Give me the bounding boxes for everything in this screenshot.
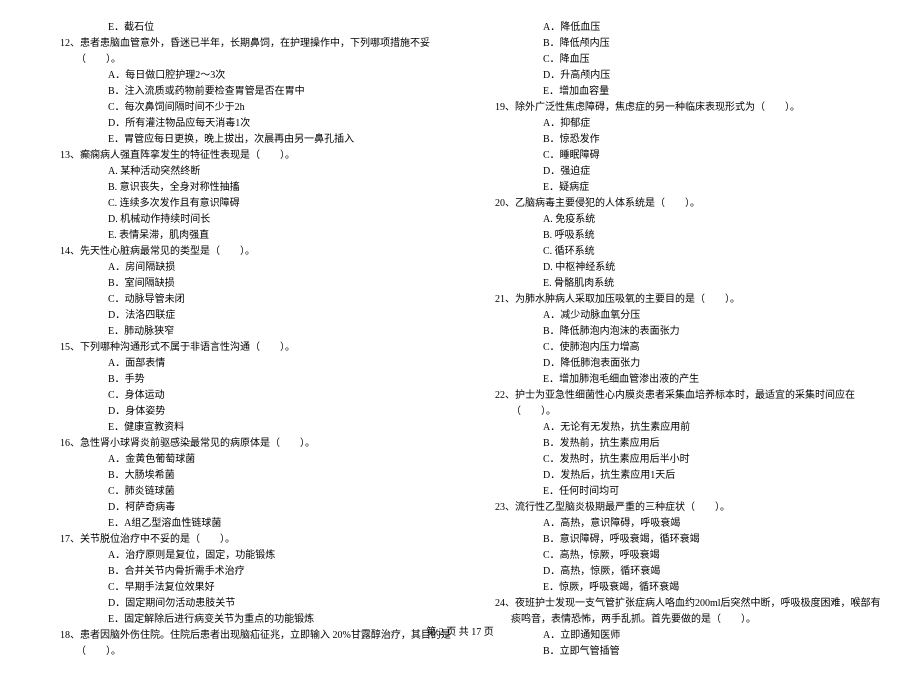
q18-option-c: C．降血压 xyxy=(495,52,890,68)
q16-option-a: A．金黄色葡萄球菌 xyxy=(60,452,455,468)
q15-option-d: D．身体姿势 xyxy=(60,404,455,420)
q17-text: 17、关节脱位治疗中不妥的是（ ）。 xyxy=(60,532,455,548)
q12-option-b: B．注入流质或药物前要检查胃管是否在胃中 xyxy=(60,84,455,100)
q18-option-d: D．升高颅内压 xyxy=(495,68,890,84)
q12-option-e: E．胃管应每日更换，晚上拔出，次晨再由另一鼻孔插入 xyxy=(60,132,455,148)
q19-option-c: C．睡眠障碍 xyxy=(495,148,890,164)
q14-option-e: E．肺动脉狭窄 xyxy=(60,324,455,340)
q14-option-b: B．室间隔缺损 xyxy=(60,276,455,292)
left-column: E．截石位 12、患者患脑血管意外，昏迷已半年，长期鼻饲，在护理操作中，下列哪项… xyxy=(60,20,455,660)
q23-option-c: C．高热，惊厥，呼吸衰竭 xyxy=(495,548,890,564)
q11-option-e: E．截石位 xyxy=(60,20,455,36)
q23-option-a: A．高热，意识障碍，呼吸衰竭 xyxy=(495,516,890,532)
q24-option-b: B．立即气管插管 xyxy=(495,644,890,660)
q23-option-e: E．惊厥，呼吸衰竭，循环衰竭 xyxy=(495,580,890,596)
q14-option-a: A．房间隔缺损 xyxy=(60,260,455,276)
q12-option-a: A．每日做口腔护理2～3次 xyxy=(60,68,455,84)
q22-option-a: A．无论有无发热，抗生素应用前 xyxy=(495,420,890,436)
q15-option-b: B．手势 xyxy=(60,372,455,388)
q20-text: 20、乙脑病毒主要侵犯的人体系统是（ ）。 xyxy=(495,196,890,212)
q20-option-b: B. 呼吸系统 xyxy=(495,228,890,244)
q21-option-d: D．降低肺泡表面张力 xyxy=(495,356,890,372)
q18-option-b: B．降低颅内压 xyxy=(495,36,890,52)
q15-option-a: A．面部表情 xyxy=(60,356,455,372)
q13-text: 13、癫痫病人强直阵挛发生的特征性表现是（ ）。 xyxy=(60,148,455,164)
q21-text: 21、为肺水肿病人采取加压吸氧的主要目的是（ ）。 xyxy=(495,292,890,308)
page-content: E．截石位 12、患者患脑血管意外，昏迷已半年，长期鼻饲，在护理操作中，下列哪项… xyxy=(0,0,920,690)
page-footer: 第 2 页 共 17 页 xyxy=(0,623,920,638)
q12-text: 12、患者患脑血管意外，昏迷已半年，长期鼻饲，在护理操作中，下列哪项措施不妥（ … xyxy=(60,36,455,68)
q17-option-c: C．早期手法复位效果好 xyxy=(60,580,455,596)
q13-option-a: A. 某种活动突然终断 xyxy=(60,164,455,180)
q21-option-c: C．使肺泡内压力增高 xyxy=(495,340,890,356)
q19-text: 19、除外广泛性焦虑障碍，焦虑症的另一种临床表现形式为（ ）。 xyxy=(495,100,890,116)
q19-option-b: B．惊恐发作 xyxy=(495,132,890,148)
q17-option-b: B．合并关节内骨折需手术治疗 xyxy=(60,564,455,580)
q22-option-b: B．发热前，抗生素应用后 xyxy=(495,436,890,452)
q22-option-c: C．发热时，抗生素应用后半小时 xyxy=(495,452,890,468)
q20-option-e: E. 骨骼肌肉系统 xyxy=(495,276,890,292)
q15-option-e: E．健康宣教资料 xyxy=(60,420,455,436)
q18-option-a: A．降低血压 xyxy=(495,20,890,36)
q16-option-b: B．大肠埃希菌 xyxy=(60,468,455,484)
q21-option-b: B．降低肺泡内泡沫的表面张力 xyxy=(495,324,890,340)
q12-option-d: D．所有灌注物品应每天消毒1次 xyxy=(60,116,455,132)
q19-option-e: E．疑病症 xyxy=(495,180,890,196)
right-column: A．降低血压 B．降低颅内压 C．降血压 D．升高颅内压 E．增加血容量 19、… xyxy=(495,20,890,660)
q21-option-a: A．减少动脉血氧分压 xyxy=(495,308,890,324)
q23-text: 23、流行性乙型脑炎极期最严重的三种症状（ ）。 xyxy=(495,500,890,516)
q14-option-d: D．法洛四联症 xyxy=(60,308,455,324)
q15-text: 15、下列哪种沟通形式不属于非语言性沟通（ ）。 xyxy=(60,340,455,356)
q16-option-c: C．肺炎链球菌 xyxy=(60,484,455,500)
q13-option-d: D. 机械动作持续时间长 xyxy=(60,212,455,228)
q12-option-c: C．每次鼻饲间隔时间不少于2h xyxy=(60,100,455,116)
q16-option-e: E．A组乙型溶血性链球菌 xyxy=(60,516,455,532)
q13-option-c: C. 连续多次发作且有意识障碍 xyxy=(60,196,455,212)
q17-option-d: D．固定期间勿活动患肢关节 xyxy=(60,596,455,612)
q14-text: 14、先天性心脏病最常见的类型是（ ）。 xyxy=(60,244,455,260)
q20-option-c: C. 循环系统 xyxy=(495,244,890,260)
q16-option-d: D．柯萨奇病毒 xyxy=(60,500,455,516)
q23-option-b: B．意识障碍，呼吸衰竭，循环衰竭 xyxy=(495,532,890,548)
q23-option-d: D．高热，惊厥，循环衰竭 xyxy=(495,564,890,580)
q14-option-c: C．动脉导管未闭 xyxy=(60,292,455,308)
q18-option-e: E．增加血容量 xyxy=(495,84,890,100)
q20-option-d: D. 中枢神经系统 xyxy=(495,260,890,276)
q13-option-e: E. 表情呆滞，肌肉强直 xyxy=(60,228,455,244)
q22-text: 22、护士为亚急性细菌性心内膜炎患者采集血培养标本时，最适宜的采集时间应在（ ）… xyxy=(495,388,890,420)
q21-option-e: E．增加肺泡毛细血管渗出液的产生 xyxy=(495,372,890,388)
q19-option-a: A．抑郁症 xyxy=(495,116,890,132)
q15-option-c: C．身体运动 xyxy=(60,388,455,404)
q19-option-d: D．强迫症 xyxy=(495,164,890,180)
q17-option-a: A．治疗原则是复位，固定，功能锻炼 xyxy=(60,548,455,564)
q22-option-e: E．任何时间均可 xyxy=(495,484,890,500)
q20-option-a: A. 免疫系统 xyxy=(495,212,890,228)
q22-option-d: D．发热后，抗生素应用1天后 xyxy=(495,468,890,484)
q13-option-b: B. 意识丧失，全身对称性抽搐 xyxy=(60,180,455,196)
q16-text: 16、急性肾小球肾炎前驱感染最常见的病原体是（ ）。 xyxy=(60,436,455,452)
